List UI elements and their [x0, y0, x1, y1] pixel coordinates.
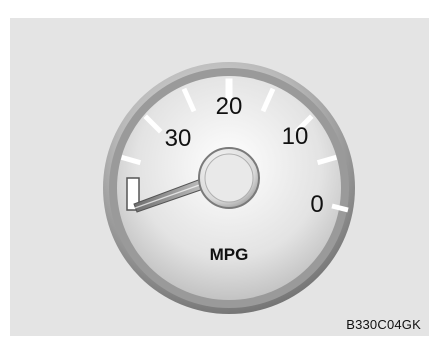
needle-hub-inner — [204, 153, 254, 203]
unit-label: MPG — [210, 245, 249, 264]
scale-label-0: 0 — [310, 191, 323, 218]
figure-code: B330C04GK — [346, 317, 421, 332]
figure-panel: 30 20 10 0 MPG B330C04GK — [10, 18, 429, 336]
scale-label-10: 10 — [282, 123, 309, 150]
fuel-gauge: 30 20 10 0 MPG — [103, 62, 355, 314]
scale-label-20: 20 — [216, 93, 243, 120]
scale-label-30: 30 — [165, 125, 192, 152]
